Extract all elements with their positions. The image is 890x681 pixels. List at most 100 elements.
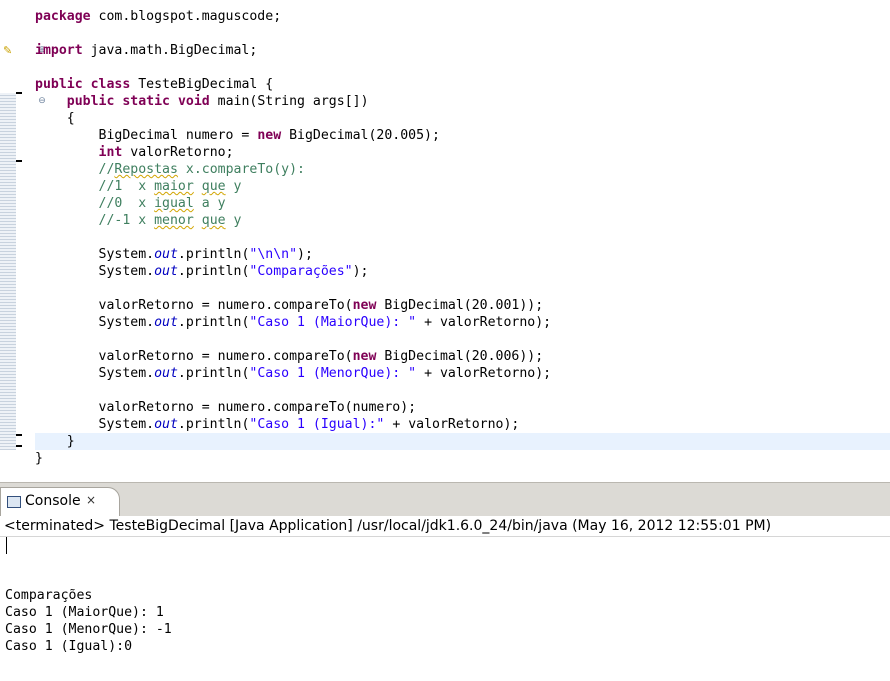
code-line[interactable] [35,25,890,42]
code-token: y [225,179,242,194]
change-indicator [0,93,16,450]
code-token: int [98,145,123,160]
code-token: ); [297,247,313,262]
code-line[interactable]: System.out.println("\n\n"); [35,246,890,263]
code-line[interactable]: //1 x maior que y [35,178,890,195]
code-token: System. [35,417,155,432]
console-output-area[interactable]: Comparações Caso 1 (MaiorQue): 1 Caso 1 (M… [0,537,890,681]
code-line[interactable]: { [35,110,890,127]
code-token: y [225,213,242,228]
tab-console[interactable]: Console × [0,487,120,518]
code-token: Repostas [114,162,178,177]
code-token: } [35,451,43,466]
code-line[interactable]: int valorRetorno; [35,144,890,161]
code-line[interactable]: //0 x igual a y [35,195,890,212]
code-token: que [201,179,226,194]
code-token: void [177,94,210,109]
code-token: .println( [177,264,250,279]
quick-fix-bulb-icon[interactable]: ✎ [3,44,12,57]
text-caret [6,537,7,554]
code-token: // [35,162,115,177]
code-token: "Caso 1 (MenorQue): " [249,366,417,381]
code-line[interactable] [35,331,890,348]
code-token: a y [193,196,226,211]
code-token: BigDecimal(20.005); [281,128,440,143]
console-output-line: Caso 1 (MaiorQue): 1 [5,605,164,620]
code-line[interactable] [35,59,890,76]
code-token: //-1 x [35,213,155,228]
code-token: BigDecimal(20.001)); [376,298,544,313]
code-line[interactable]: //Repostas x.compareTo(y): [35,161,890,178]
code-line[interactable]: valorRetorno = numero.compareTo(new BigD… [35,348,890,365]
code-line[interactable]: public static void main(String args[]) [35,93,890,110]
code-token: package [35,9,91,24]
code-token: + valorRetorno); [384,417,520,432]
code-token: .println( [177,247,250,262]
code-token: { [35,111,75,126]
code-token: class [90,77,131,92]
code-token: maior [154,179,194,194]
console-output: Comparações Caso 1 (MaiorQue): 1 Caso 1 (M… [5,587,172,655]
code-line[interactable]: System.out.println("Comparações"); [35,263,890,280]
code-token: System. [35,366,155,381]
code-token: import [35,43,83,58]
code-token: public [66,94,115,109]
code-token: main(String args[]) [209,94,369,109]
console-tab-label: Console [25,493,81,509]
console-output-line: Comparações [5,588,93,603]
code-token: .println( [177,315,250,330]
code-token: valorRetorno; [122,145,234,160]
code-token: out [154,247,178,262]
code-token: static [122,94,170,109]
code-token: } [35,434,75,449]
close-icon[interactable]: × [86,493,96,507]
code-token: //0 x [35,196,155,211]
code-token: "Caso 1 (Igual):" [249,417,385,432]
code-line[interactable]: } [35,433,890,450]
code-line[interactable]: valorRetorno = numero.compareTo(numero); [35,399,890,416]
code-token: "Caso 1 (MaiorQue): " [249,315,417,330]
code-token: new [352,298,377,313]
code-token: + valorRetorno); [416,315,552,330]
code-token: System. [35,247,155,262]
code-token: System. [35,264,155,279]
code-token: System. [35,315,155,330]
code-line[interactable]: import java.math.BigDecimal; [35,42,890,59]
code-token: que [201,213,226,228]
code-token: valorRetorno = numero.compareTo(numero); [35,400,417,415]
code-token: .println( [177,417,250,432]
code-token: igual [154,196,194,211]
code-line[interactable] [35,229,890,246]
code-line[interactable]: System.out.println("Caso 1 (Igual):" + v… [35,416,890,433]
code-token: out [154,366,178,381]
code-token: valorRetorno = numero.compareTo( [35,349,353,364]
code-line[interactable] [35,382,890,399]
code-line[interactable]: } [35,450,890,467]
code-line[interactable]: //-1 x menor que y [35,212,890,229]
code-line[interactable]: BigDecimal numero = new BigDecimal(20.00… [35,127,890,144]
code-line[interactable]: package com.blogspot.maguscode; [35,8,890,25]
code-token: out [154,417,178,432]
code-token: x.compareTo(y): [177,162,305,177]
code-token: java.math.BigDecimal; [82,43,258,58]
code-token: out [154,264,178,279]
code-line[interactable]: valorRetorno = numero.compareTo(new BigD… [35,297,890,314]
code-line[interactable]: public class TesteBigDecimal { [35,76,890,93]
code-editor[interactable]: ✎ ⊕ ⊖ package com.blogspot.maguscode; im… [0,0,890,482]
console-tab-bar: Console × [0,482,890,518]
code-token: BigDecimal(20.006)); [376,349,544,364]
console-output-line: Caso 1 (Igual):0 [5,639,133,654]
code-token: + valorRetorno); [416,366,552,381]
code-line[interactable] [35,280,890,297]
source-code[interactable]: package com.blogspot.maguscode; import j… [35,8,890,467]
code-token: "\n\n" [249,247,298,262]
code-token: public [35,77,83,92]
code-token: //1 x [35,179,155,194]
code-line[interactable]: System.out.println("Caso 1 (MenorQue): "… [35,365,890,382]
code-line[interactable]: System.out.println("Caso 1 (MaiorQue): "… [35,314,890,331]
